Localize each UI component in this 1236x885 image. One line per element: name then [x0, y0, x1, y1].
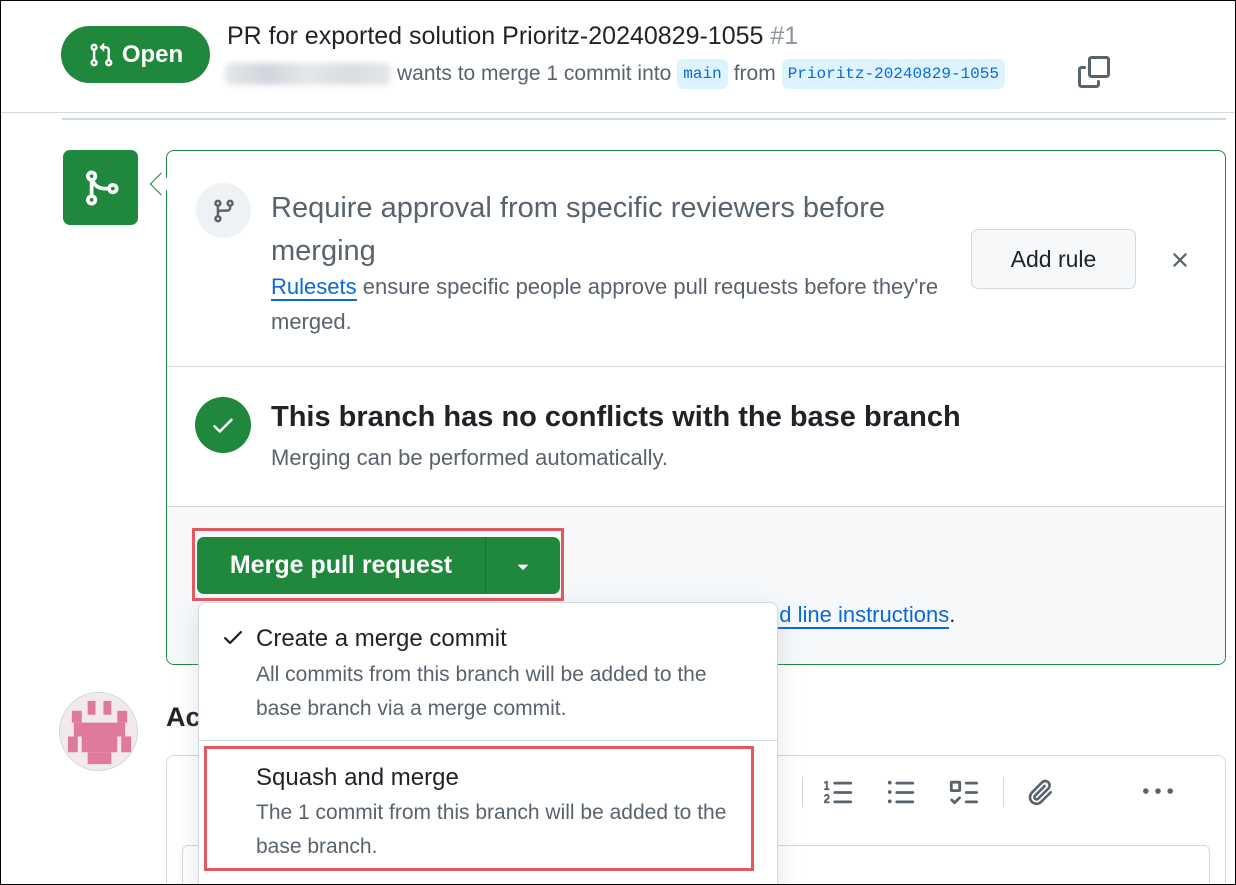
check-icon — [213, 418, 233, 433]
rule-desc-text: ensure specific people approve pull requ… — [271, 274, 939, 334]
conflicts-desc: Merging can be performed automatically. — [271, 445, 669, 470]
rule-icon — [196, 183, 251, 238]
menu-item-title: Create a merge commit — [256, 625, 507, 652]
head-branch[interactable]: Prioritz-20240829-1055 — [781, 59, 1005, 89]
add-rule-button[interactable]: Add rule — [971, 229, 1136, 289]
header-divider — [0, 112, 1236, 113]
comment-heading: Ac — [166, 702, 201, 732]
git-pull-request-icon — [90, 42, 113, 66]
check-icon — [224, 631, 242, 645]
menu-item-desc: The 1 commit from this branch will be ad… — [256, 801, 727, 858]
pr-number: #1 — [770, 22, 799, 50]
copy-branch-button[interactable] — [1078, 56, 1110, 88]
ordered-list-icon — [824, 780, 853, 804]
menu-item-desc: All commits from this branch will be add… — [256, 663, 707, 720]
avatar[interactable] — [59, 692, 138, 771]
triangle-down-icon — [517, 564, 529, 570]
more-options-button[interactable] — [1136, 770, 1180, 814]
tasklist-button[interactable] — [941, 770, 985, 814]
pr-title: PR for exported solution Prioritz-202408… — [227, 22, 798, 51]
attach-file-button[interactable] — [1018, 770, 1062, 814]
cli-instructions: nd line instructions. — [767, 602, 956, 629]
pr-title-text: PR for exported solution Prioritz-202408… — [227, 22, 764, 50]
merge-button-group: Merge pull request — [197, 537, 560, 594]
rulesets-link[interactable]: Rulesets — [271, 274, 357, 301]
pr-state-label: Open — [121, 40, 184, 68]
cli-suffix: . — [949, 602, 956, 627]
merge-method-dropdown-button[interactable] — [485, 537, 560, 594]
rules-notice: Require approval from specific reviewers… — [167, 151, 1225, 367]
paperclip-icon — [1028, 779, 1053, 806]
git-branch-icon — [213, 199, 234, 222]
merge-status-icon — [63, 150, 138, 225]
author-name-redacted[interactable] — [225, 63, 391, 85]
copy-icon — [1078, 56, 1110, 88]
cli-instructions-link[interactable]: nd line instructions — [767, 602, 950, 629]
merge-method-menu: Create a merge commit All commits from t… — [198, 602, 778, 885]
tasklist-icon — [949, 780, 978, 805]
git-merge-icon — [85, 170, 119, 205]
pr-meta: wants to merge 1 commit into main from P… — [225, 58, 1011, 90]
conflicts-section: This branch has no conflicts with the ba… — [167, 367, 1225, 507]
dismiss-button[interactable] — [1162, 243, 1198, 279]
rule-description: Rulesets ensure specific people approve … — [271, 269, 951, 339]
kebab-horizontal-icon — [1143, 788, 1173, 794]
status-check — [195, 397, 251, 453]
markdown-toolbar — [740, 770, 1198, 814]
menu-item-squash-merge[interactable]: Squash and merge The 1 commit from this … — [199, 741, 777, 885]
unordered-list-button[interactable] — [879, 770, 923, 814]
pr-meta-text: wants to merge 1 commit into — [397, 62, 672, 85]
selected-check — [221, 625, 245, 649]
header-shadow — [62, 118, 1226, 120]
menu-item-merge-commit[interactable]: Create a merge commit All commits from t… — [199, 603, 777, 741]
x-icon — [1173, 252, 1187, 267]
conflicts-title: This branch has no conflicts with the ba… — [271, 401, 961, 433]
rule-title: Require approval from specific reviewers… — [271, 192, 886, 267]
pr-from-text: from — [733, 62, 776, 85]
toolbar-separator — [1003, 777, 1004, 807]
pr-state-badge: Open — [61, 26, 210, 83]
ordered-list-button[interactable] — [817, 770, 861, 814]
base-branch[interactable]: main — [677, 59, 728, 89]
toolbar-separator — [802, 777, 803, 807]
menu-item-title: Squash and merge — [256, 764, 459, 791]
identicon — [60, 693, 137, 770]
unordered-list-icon — [887, 780, 915, 804]
merge-pull-request-button[interactable]: Merge pull request — [197, 537, 485, 594]
